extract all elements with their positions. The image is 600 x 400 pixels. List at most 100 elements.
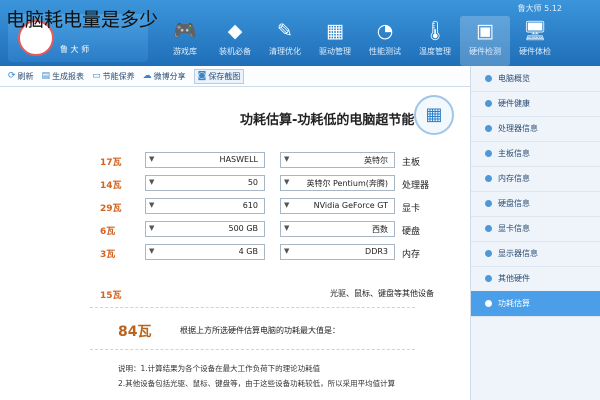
divider (90, 307, 415, 308)
brand-select[interactable]: ▼ 英特尔 (280, 152, 395, 168)
bullet-icon (485, 275, 492, 282)
sidebar-item-label: 显卡信息 (498, 224, 530, 233)
sidebar-item-label: 主板信息 (498, 149, 530, 158)
result-value: 84瓦 (118, 324, 152, 340)
dropdown-arrow-icon: ▼ (284, 224, 290, 232)
bullet-icon (485, 150, 492, 157)
dropdown-arrow-icon: ▼ (284, 201, 290, 209)
top-nav-item[interactable]: ◔ 性能测试 (360, 16, 410, 66)
thermometer-icon: 🌡 (422, 20, 448, 42)
sidebar-item-motherboard[interactable]: 主板信息 (471, 141, 600, 167)
top-nav-label: 性能测试 (369, 47, 401, 56)
share-button[interactable]: ☁ 微博分享 (143, 71, 186, 82)
generate-report-label: 生成报表 (52, 71, 85, 81)
brand-select[interactable]: ▼ NVidia GeForce GT (280, 198, 395, 214)
battery-icon: ▭ (92, 71, 101, 81)
report-icon: ▤ (41, 71, 51, 81)
bullet-icon (485, 100, 492, 107)
power-saver-label: 节能保养 (102, 71, 135, 81)
toolbar: ⟳ 刷新 ▤ 生成报表 ▭ 节能保养 ☁ 微博分享 ◙ 保存截图 (0, 66, 470, 87)
brand-select[interactable]: ▼ 英特尔 Pentium(奔腾) (280, 175, 395, 191)
top-nav-item[interactable]: ✎ 清理优化 (260, 16, 310, 66)
save-screenshot-label: 保存截图 (208, 71, 241, 81)
component-watts: 17瓦 (100, 158, 122, 168)
dropdown-arrow-icon: ▼ (149, 201, 155, 209)
sidebar-item-display[interactable]: 显示器信息 (471, 241, 600, 267)
others-watts: 15瓦 (100, 291, 122, 301)
brand-value: 英特尔 Pentium(奔腾) (306, 179, 388, 188)
sidebar-item-gpu[interactable]: 显卡信息 (471, 216, 600, 242)
bullet-icon (485, 200, 492, 207)
model-value: 50 (247, 178, 258, 187)
note-line: 说明：1.计算结果为各个设备在最大工作负荷下的理论功耗值 (118, 364, 321, 373)
sidebar-item-memory[interactable]: 内存信息 (471, 166, 600, 192)
component-label: 处理器 (402, 181, 430, 191)
sidebar-item-power-estimate[interactable]: 功耗估算 (471, 291, 600, 317)
refresh-button[interactable]: ⟳ 刷新 (8, 71, 34, 82)
dropdown-arrow-icon: ▼ (149, 178, 155, 186)
model-select[interactable]: ▼ 50 (145, 175, 265, 191)
model-value: 4 GB (238, 247, 258, 256)
brand-select[interactable]: ▼ DDR3 (280, 244, 395, 260)
top-nav-item[interactable]: ◆ 装机必备 (210, 16, 260, 66)
component-watts: 6瓦 (100, 227, 116, 237)
sidebar-item-label: 电脑概览 (498, 74, 530, 83)
brand-value: 英特尔 (364, 156, 388, 165)
divider (90, 349, 415, 350)
top-nav-item[interactable]: ▦ 驱动管理 (310, 16, 360, 66)
hardware-icon: ▣ (476, 20, 494, 42)
bullet-icon (485, 175, 492, 182)
bullet-icon (485, 250, 492, 257)
model-select[interactable]: ▼ 4 GB (145, 244, 265, 260)
sidebar-item-health[interactable]: 硬件健康 (471, 91, 600, 117)
top-nav-label: 硬件体检 (519, 47, 551, 56)
brand-value: NVidia GeForce GT (313, 201, 388, 210)
top-nav-label: 游戏库 (173, 47, 197, 56)
model-value: 610 (242, 201, 258, 210)
model-value: 500 GB (228, 224, 259, 233)
sidebar-item-other-hardware[interactable]: 其他硬件 (471, 266, 600, 292)
dropdown-arrow-icon: ▼ (284, 247, 290, 255)
refresh-icon: ⟳ (8, 71, 16, 81)
model-select[interactable]: ▼ HASWELL (145, 152, 265, 168)
power-saver-button[interactable]: ▭ 节能保养 (92, 71, 135, 82)
sidebar-item-label: 内存信息 (498, 174, 530, 183)
top-nav-label: 温度管理 (419, 47, 451, 56)
model-value: HASWELL (219, 155, 258, 164)
dropdown-arrow-icon: ▼ (284, 155, 290, 163)
sidebar-item-label: 硬件健康 (498, 99, 530, 108)
component-watts: 3瓦 (100, 250, 116, 260)
top-nav: 🎮 游戏库 ◆ 装机必备 ✎ 清理优化 ▦ 驱动管理 ◔ 性能测试 🌡 温度管理 ▣ 硬件检测… (160, 16, 560, 66)
sidebar-item-disk[interactable]: 硬盘信息 (471, 191, 600, 217)
top-nav-item[interactable]: 🎮 游戏库 (160, 16, 210, 66)
cube-icon: ◆ (227, 20, 243, 42)
sidebar-item-overview[interactable]: 电脑概览 (471, 66, 600, 92)
component-label: 主板 (402, 158, 421, 168)
bullet-icon (485, 300, 492, 307)
note-line: 2.其他设备包括光驱、鼠标、键盘等，由于这些设备功耗较低，所以采用平均值计算 (118, 379, 396, 388)
top-nav-item[interactable]: ▣ 硬件检测 (460, 16, 510, 66)
sidebar-item-cpu[interactable]: 处理器信息 (471, 116, 600, 142)
camera-icon: ◙ (197, 71, 207, 81)
top-nav-item[interactable]: 🌡 温度管理 (410, 16, 460, 66)
model-select[interactable]: ▼ 500 GB (145, 221, 265, 237)
top-nav-item[interactable]: 🖥 硬件体检 (510, 16, 560, 66)
gamepad-icon: 🎮 (173, 20, 197, 42)
refresh-label: 刷新 (17, 71, 34, 81)
component-row: 17瓦 ▼ HASWELL ▼ 英特尔 主板 (0, 151, 470, 171)
bullet-icon (485, 225, 492, 232)
sidebar-item-label: 其他硬件 (498, 274, 530, 283)
save-screenshot-button[interactable]: ◙ 保存截图 (193, 68, 245, 84)
sidebar-item-label: 显示器信息 (498, 249, 538, 258)
component-row: 29瓦 ▼ 610 ▼ NVidia GeForce GT 显卡 (0, 197, 470, 217)
generate-report-button[interactable]: ▤ 生成报表 (42, 71, 85, 82)
sidebar-item-label: 硬盘信息 (498, 199, 530, 208)
component-label: 内存 (402, 250, 421, 260)
dropdown-arrow-icon: ▼ (284, 178, 290, 186)
component-label: 硬盘 (402, 227, 421, 237)
model-select[interactable]: ▼ 610 (145, 198, 265, 214)
top-nav-label: 装机必备 (219, 47, 251, 56)
top-nav-label: 驱动管理 (319, 47, 351, 56)
brand-select[interactable]: ▼ 西数 (280, 221, 395, 237)
section-title: 功耗估算-功耗低的电脑超节能 (240, 113, 415, 128)
